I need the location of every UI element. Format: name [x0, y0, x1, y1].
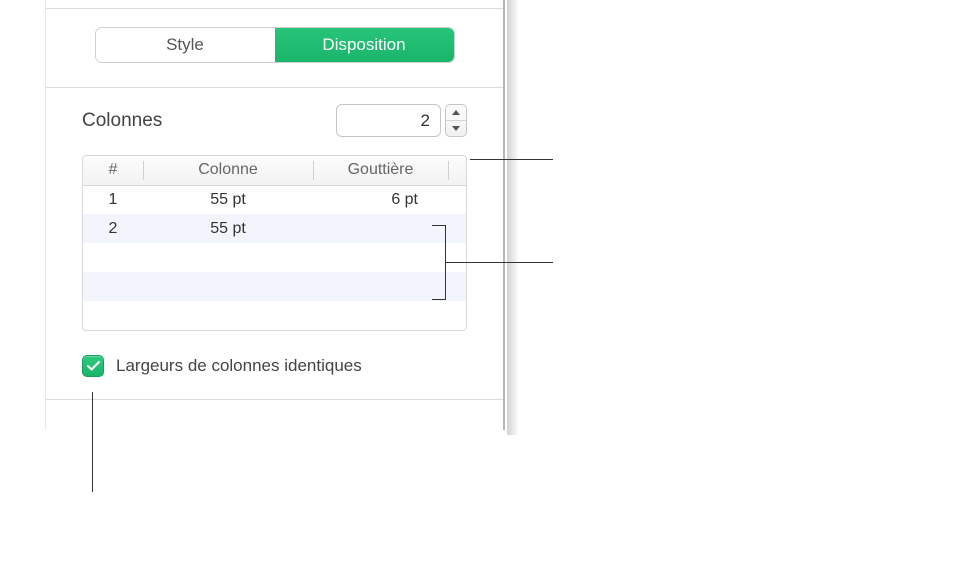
col-header-gutter[interactable]: Gouttière: [313, 156, 448, 185]
table-row-empty: [83, 301, 466, 330]
stepper-up-button[interactable]: [446, 105, 466, 120]
col-header-column[interactable]: Colonne: [143, 156, 313, 185]
col-header-index[interactable]: #: [83, 156, 143, 185]
table-row-empty: [83, 243, 466, 272]
columns-stepper: [336, 104, 467, 137]
table-row[interactable]: 2 55 pt: [83, 214, 466, 243]
tab-style[interactable]: Style: [96, 28, 275, 62]
divider: [46, 399, 503, 400]
columns-table: # Colonne Gouttière 1 55 pt 6 pt 2 55 pt: [82, 155, 467, 331]
table-row-empty: [83, 272, 466, 301]
callout-line: [446, 262, 553, 263]
columns-row: Colonnes: [46, 104, 503, 137]
chevron-up-icon: [452, 110, 460, 115]
chevron-down-icon: [452, 126, 460, 131]
equal-widths-label: Largeurs de colonnes identiques: [116, 356, 362, 376]
check-icon: [87, 361, 100, 371]
panel-shadow: [507, 0, 519, 435]
cell-column[interactable]: 55 pt: [143, 214, 313, 243]
cell-gutter[interactable]: [313, 214, 448, 243]
cell-index: 1: [83, 185, 143, 214]
columns-label: Colonnes: [82, 110, 162, 132]
style-layout-tabs: Style Disposition: [95, 27, 455, 63]
equal-widths-row: Largeurs de colonnes identiques: [46, 355, 503, 377]
cell-column[interactable]: 55 pt: [143, 185, 313, 214]
tab-disposition[interactable]: Disposition: [275, 28, 454, 62]
stepper-buttons: [445, 104, 467, 137]
equal-widths-checkbox[interactable]: [82, 355, 104, 377]
callout-bracket: [432, 225, 446, 300]
col-header-tail: [448, 156, 466, 185]
inspector-panel: Style Disposition Colonnes # Colonne: [45, 0, 505, 430]
stepper-down-button[interactable]: [446, 120, 466, 136]
cell-index: 2: [83, 214, 143, 243]
cell-gutter[interactable]: 6 pt: [313, 185, 448, 214]
callout-line: [92, 392, 93, 492]
divider: [46, 87, 503, 88]
columns-input[interactable]: [336, 104, 441, 137]
callout-line: [470, 159, 553, 160]
table-row[interactable]: 1 55 pt 6 pt: [83, 185, 466, 214]
divider: [46, 8, 503, 9]
